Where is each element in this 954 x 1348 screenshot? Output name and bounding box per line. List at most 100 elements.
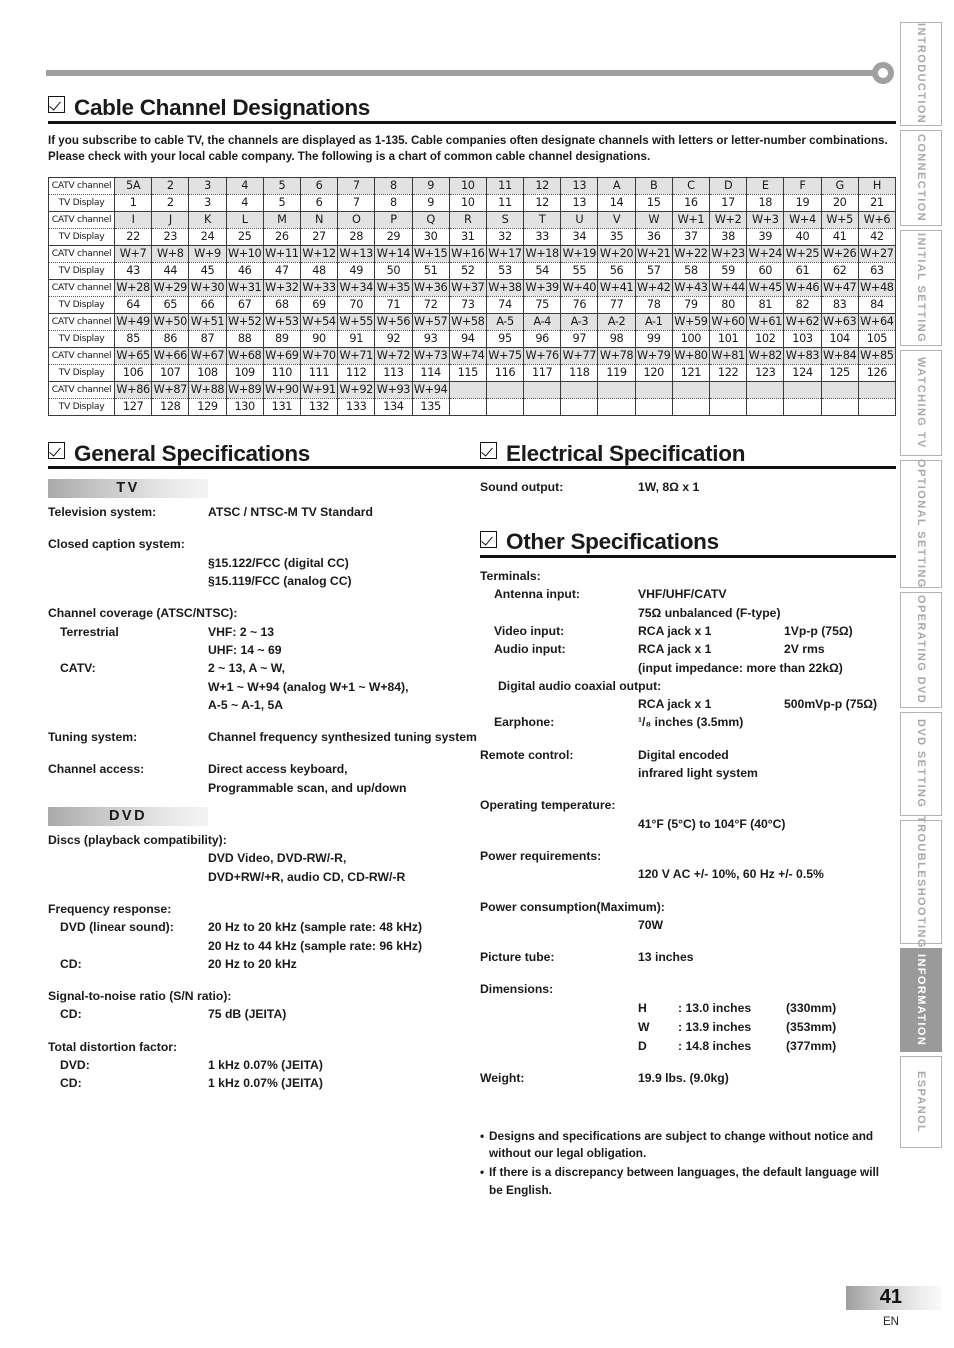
tv-display-cell: 24 bbox=[188, 228, 227, 246]
dimension-height-key: H bbox=[638, 1000, 647, 1015]
catv-cell: N bbox=[299, 211, 339, 229]
catv-cell: V bbox=[597, 211, 636, 229]
tv-display-cell bbox=[634, 398, 673, 416]
sidebar-tab-optional-setting[interactable]: OPTIONAL SETTING bbox=[900, 459, 942, 589]
catv-cell: A-2 bbox=[597, 313, 636, 331]
catv-cell bbox=[634, 381, 673, 399]
catv-cell: W+80 bbox=[671, 347, 711, 365]
catv-row-label: CATV channel bbox=[48, 245, 115, 263]
footnote-item: • If there is a discrepancy between langu… bbox=[480, 1164, 896, 1199]
dimension-depth-inches: : 14.8 inches bbox=[678, 1038, 752, 1053]
sidebar-tab-information[interactable]: INFORMATION bbox=[900, 948, 942, 1052]
power-requirements-value: 120 V AC +/- 10%, 60 Hz +/- 0.5% bbox=[638, 867, 824, 882]
tv-display-cell: 49 bbox=[337, 262, 376, 280]
catv-cell: W+44 bbox=[708, 279, 748, 297]
tv-display-cell: 129 bbox=[188, 398, 227, 416]
video-input-value-2: 1Vp-p (75Ω) bbox=[784, 623, 853, 638]
tv-display-cell: 114 bbox=[411, 364, 450, 382]
channel-access-label: Channel access: bbox=[48, 762, 145, 777]
specifications-columns: General Specifications TV Television sys… bbox=[48, 440, 896, 1201]
sidebar-tab-operating-dvd[interactable]: OPERATING DVD bbox=[900, 592, 942, 708]
catv-cell: W+77 bbox=[560, 347, 599, 365]
header-rule bbox=[46, 70, 884, 76]
tv-display-row-label: TV Display bbox=[48, 364, 115, 382]
catv-cell: W+79 bbox=[634, 347, 673, 365]
general-specifications-heading: General Specifications bbox=[48, 440, 480, 470]
antenna-input-row: Antenna input: VHF/UHF/CATV bbox=[480, 585, 896, 603]
catv-cell: W+50 bbox=[151, 313, 190, 331]
snr-cd-label: CD: bbox=[60, 1007, 82, 1022]
terminals-label: Terminals: bbox=[480, 569, 541, 584]
catv-cell: W+70 bbox=[299, 347, 339, 365]
catv-cell: D bbox=[708, 176, 748, 195]
catv-cell: W+32 bbox=[262, 279, 301, 297]
tv-display-cell: 21 bbox=[857, 194, 897, 212]
catv-cell: W+26 bbox=[820, 245, 859, 263]
cable-intro: If you subscribe to cable TV, the channe… bbox=[48, 133, 896, 166]
frequency-response-label: Frequency response: bbox=[48, 901, 172, 916]
distortion-cd-value: 1 kHz 0.07% (JEITA) bbox=[208, 1076, 323, 1091]
table-row: CATV channel I J K L M N O P Q R S T U V W W+1 W+2 W+3 W+4 W… bbox=[48, 211, 897, 229]
tv-display-cell: 68 bbox=[262, 296, 301, 314]
catv-cell: W+69 bbox=[262, 347, 301, 365]
catv-cell: W+68 bbox=[225, 347, 264, 365]
footnotes: • Designs and specifications are subject … bbox=[480, 1128, 896, 1200]
frequency-cd-label: CD: bbox=[60, 956, 82, 971]
table-row: CATV channel W+28 W+29 W+30 W+31 W+32 W+33 W+34… bbox=[48, 279, 897, 297]
tv-display-cell bbox=[560, 398, 599, 416]
table-row: TV Display 22 23 24 25 26 27 28 29 30 31 32 33 34 35 36… bbox=[48, 228, 897, 246]
sidebar-tab-watching-tv[interactable]: WATCHING TV bbox=[900, 350, 942, 456]
tv-badge: TV bbox=[48, 479, 208, 499]
catv-cell bbox=[597, 381, 636, 399]
catv-cell: W+59 bbox=[671, 313, 711, 331]
tv-display-cell: 83 bbox=[820, 296, 859, 314]
catv-cell: W+74 bbox=[448, 347, 487, 365]
catv-cell: W+71 bbox=[337, 347, 376, 365]
earphone-label: Earphone: bbox=[494, 715, 555, 730]
catv-cell: W+37 bbox=[448, 279, 487, 297]
tuning-system-value: Channel frequency synthesized tuning sys… bbox=[208, 730, 477, 745]
catv-cell: W+78 bbox=[597, 347, 636, 365]
header-circle-ornament bbox=[872, 62, 894, 84]
catv-cell: W+90 bbox=[262, 381, 301, 399]
tv-display-cell bbox=[708, 398, 748, 416]
sidebar-tab-connection[interactable]: CONNECTION bbox=[900, 130, 942, 226]
dimensions-label: Dimensions: bbox=[480, 982, 554, 997]
tv-display-cell: 54 bbox=[523, 262, 562, 280]
tv-display-cell: 85 bbox=[113, 330, 153, 348]
tv-display-cell: 131 bbox=[262, 398, 301, 416]
catv-row-label: CATV channel bbox=[48, 211, 115, 229]
sidebar-tab-label: OPERATING DVD bbox=[915, 595, 927, 705]
sidebar-tab-introduction[interactable]: INTRODUCTION bbox=[900, 22, 942, 126]
sidebar-tab-initial-setting[interactable]: INITIAL SETTING bbox=[900, 230, 942, 346]
section-title: General Specifications bbox=[74, 440, 310, 466]
catv-cell: W+24 bbox=[746, 245, 785, 263]
closed-caption-value-2: §15.119/FCC (analog CC) bbox=[208, 574, 352, 589]
footnote-text: Designs and specifications are subject t… bbox=[489, 1128, 874, 1161]
catv-cell: B bbox=[634, 176, 673, 195]
dimension-width-key: W bbox=[638, 1019, 650, 1034]
tv-display-cell: 35 bbox=[597, 228, 636, 246]
tv-display-cell: 16 bbox=[671, 194, 711, 212]
catv-cell: 11 bbox=[485, 176, 525, 195]
tv-display-cell: 61 bbox=[783, 262, 822, 280]
sidebar-tab-espanol[interactable]: ESPANOL bbox=[900, 1056, 942, 1148]
sidebar-tab-troubleshooting[interactable]: TROUBLESHOOTING bbox=[900, 816, 942, 948]
dimension-depth-mm: (377mm) bbox=[786, 1038, 837, 1053]
tv-display-cell: 96 bbox=[523, 330, 562, 348]
dimension-depth-row: D : 14.8 inches (377mm) bbox=[480, 1037, 896, 1056]
channel-access-value-2: Programmable scan, and up/down bbox=[208, 780, 407, 795]
table-row: TV Display 43 44 45 46 47 48 49 50 51 52 53 54 55 56 57… bbox=[48, 262, 897, 280]
earphone-row: Earphone: ¹/₈ inches (3.5mm) bbox=[480, 713, 896, 731]
video-input-label: Video input: bbox=[494, 623, 565, 638]
sound-output-label: Sound output: bbox=[480, 480, 564, 495]
catv-cell: W+1 bbox=[671, 211, 711, 229]
sidebar-tab-dvd-setting[interactable]: DVD SETTING bbox=[900, 712, 942, 816]
tv-display-cell bbox=[597, 398, 636, 416]
catv-cell: W+22 bbox=[671, 245, 711, 263]
catv-cell: 7 bbox=[337, 176, 376, 195]
table-row: CATV channel W+86 W+87 W+88 W+89 W+90 W+91 W+92… bbox=[48, 381, 897, 399]
catv-cell: W+35 bbox=[374, 279, 413, 297]
tv-display-cell: 28 bbox=[337, 228, 376, 246]
picture-tube-value: 13 inches bbox=[638, 950, 694, 965]
